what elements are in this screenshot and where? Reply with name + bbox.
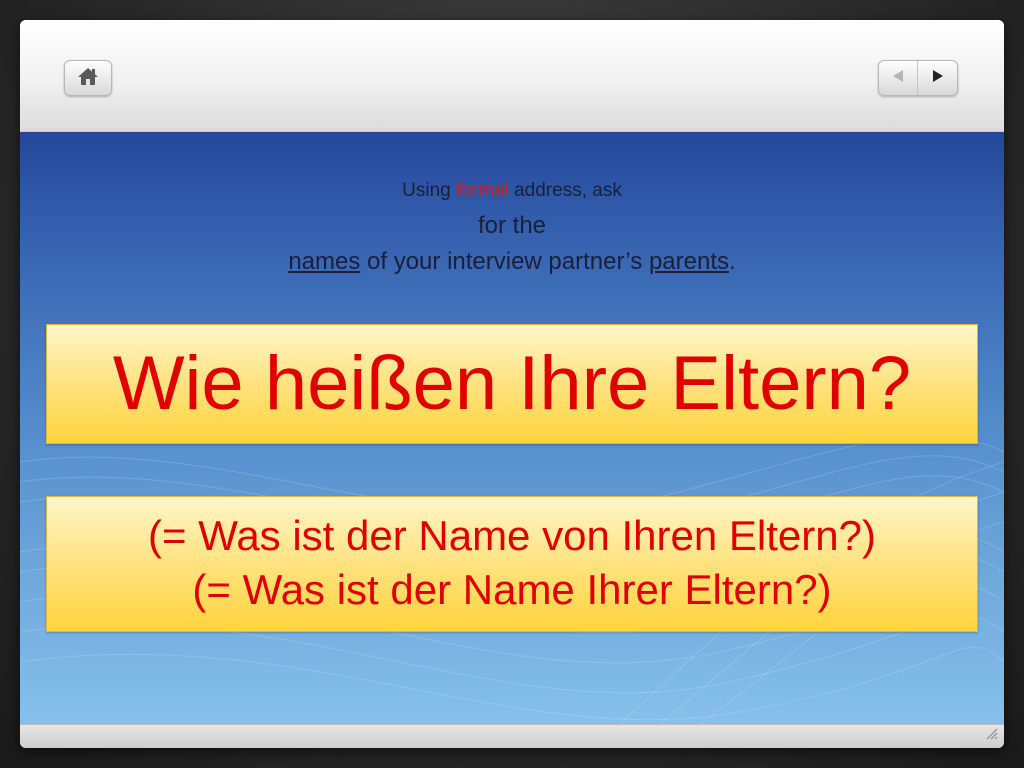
resize-grip-icon[interactable]	[984, 725, 998, 744]
alternative-questions-box: (= Was ist der Name von Ihren Eltern?) (…	[46, 496, 978, 632]
instruction-text: Using	[402, 180, 457, 201]
main-question-box: Wie heißen Ihre Eltern?	[46, 324, 978, 444]
slide-frame: Using formal address, ask for the names …	[20, 20, 1004, 748]
alternative-question-1: (= Was ist der Name von Ihren Eltern?)	[148, 512, 876, 559]
previous-slide-button[interactable]	[879, 61, 919, 95]
footer-bar	[20, 724, 1004, 748]
instruction-line-1: Using formal address, ask	[20, 180, 1004, 202]
slide-content: Using formal address, ask for the names …	[20, 132, 1004, 724]
main-question: Wie heißen Ihre Eltern?	[112, 341, 912, 426]
instruction-line-3: names of your interview partner’s parent…	[20, 248, 1004, 276]
triangle-right-icon	[930, 68, 946, 88]
instruction-keyword-parents: parents	[648, 248, 729, 275]
instruction-line-2: for the	[477, 212, 547, 239]
instruction-text: address, ask	[508, 180, 622, 201]
instruction-highlight: formal	[456, 180, 509, 201]
slide-navigation	[878, 60, 958, 96]
home-icon	[77, 66, 99, 90]
toolbar	[20, 20, 1004, 132]
instruction-text: of your interview partner’s	[360, 248, 649, 275]
triangle-left-icon	[890, 68, 906, 88]
alternative-question-2: (= Was ist der Name Ihrer Eltern?)	[192, 566, 832, 613]
next-slide-button[interactable]	[918, 61, 957, 95]
home-button[interactable]	[64, 60, 112, 96]
instruction-keyword-names: names	[288, 248, 361, 275]
instruction-text: .	[729, 248, 736, 275]
